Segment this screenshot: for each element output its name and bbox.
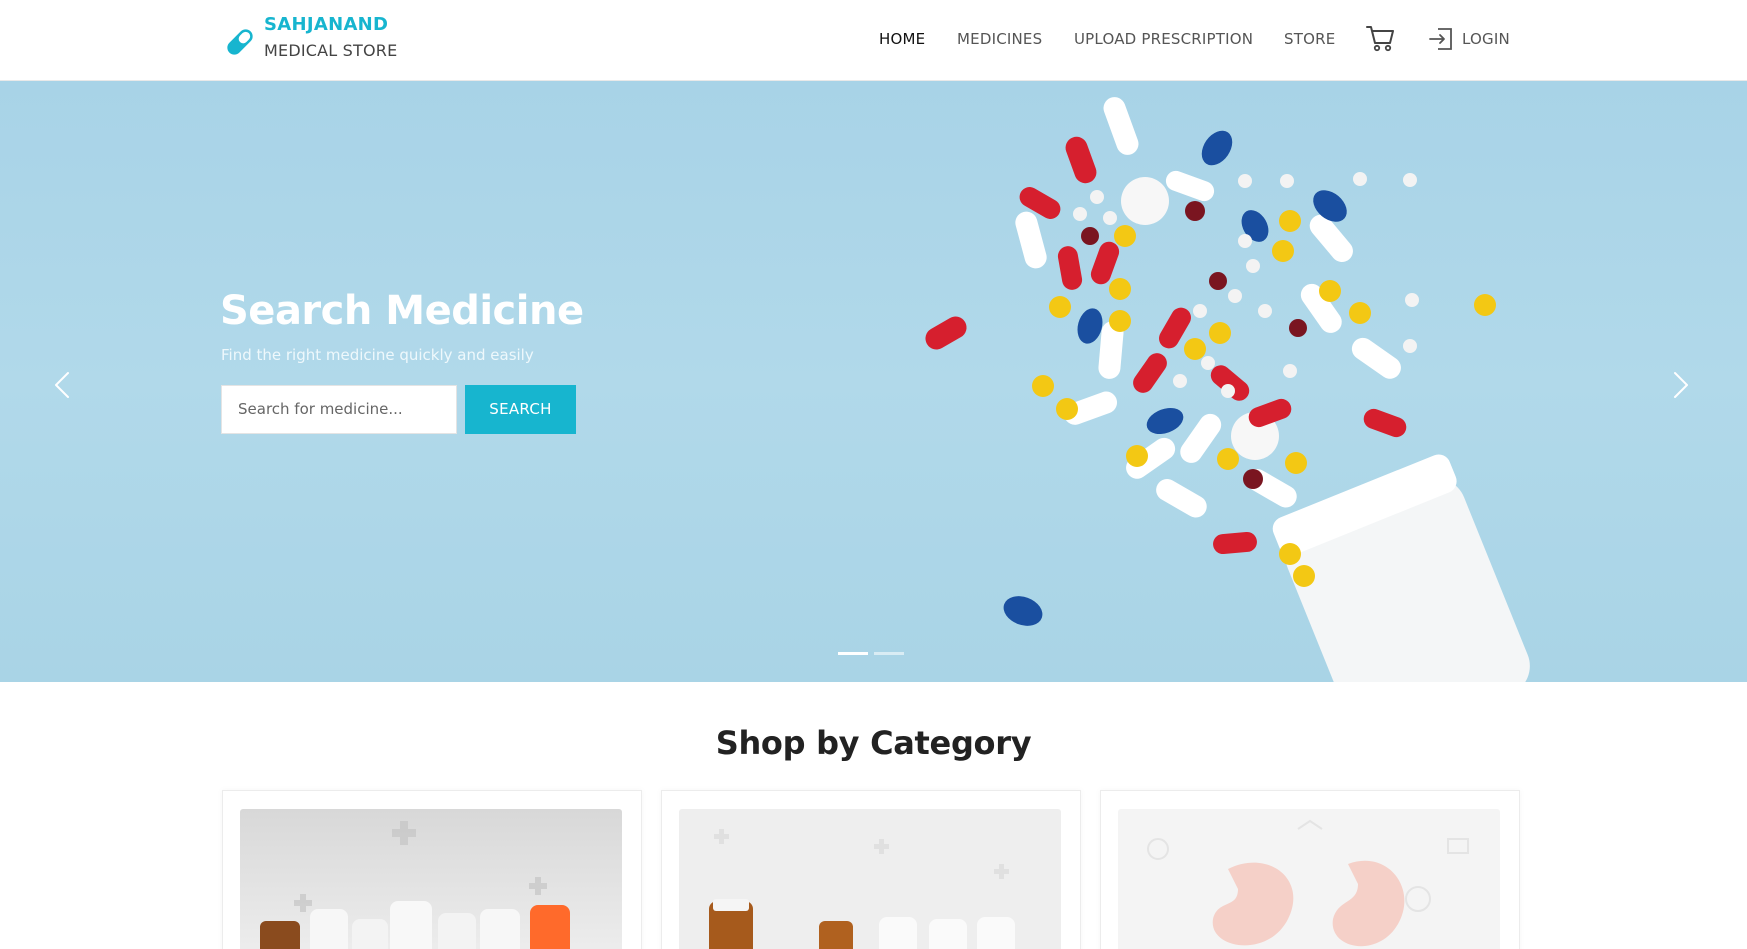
section-title-categories: Shop by Category [715, 724, 1032, 762]
chevron-left-icon[interactable] [48, 367, 78, 403]
nav-item-upload-prescription[interactable]: UPLOAD PRESCRIPTION [1074, 27, 1253, 51]
search-input[interactable]: Search for medicine... [221, 385, 457, 434]
login-link[interactable]: LOGIN [1428, 26, 1510, 52]
site-header: SAHJANAND MEDICAL STORE HOME MEDICINES U… [0, 0, 1747, 81]
cart-icon[interactable] [1366, 23, 1394, 53]
chevron-right-icon[interactable] [1665, 367, 1695, 403]
category-card[interactable] [1100, 790, 1520, 949]
category-card[interactable] [661, 790, 1081, 949]
medicine-bottles-image [679, 809, 1061, 949]
carousel-indicators [838, 652, 904, 655]
digestive-health-image [1118, 809, 1500, 949]
nav-item-home[interactable]: HOME [879, 27, 925, 51]
hero-carousel: Search Medicine Find the right medicine … [0, 81, 1747, 682]
category-card[interactable] [222, 790, 642, 949]
nav-item-medicines[interactable]: MEDICINES [957, 27, 1042, 51]
carousel-dot-1[interactable] [838, 652, 868, 655]
search-button[interactable]: SEARCH [465, 385, 576, 434]
login-icon [1429, 28, 1452, 50]
pills-illustration [925, 97, 1530, 682]
nav-item-store[interactable]: STORE [1284, 27, 1335, 51]
hero-title: Search Medicine [220, 288, 584, 334]
medicine-bottles-image [240, 809, 622, 949]
login-label: LOGIN [1462, 30, 1510, 48]
carousel-dot-2[interactable] [874, 652, 904, 655]
hero-subtitle: Find the right medicine quickly and easi… [221, 346, 534, 364]
